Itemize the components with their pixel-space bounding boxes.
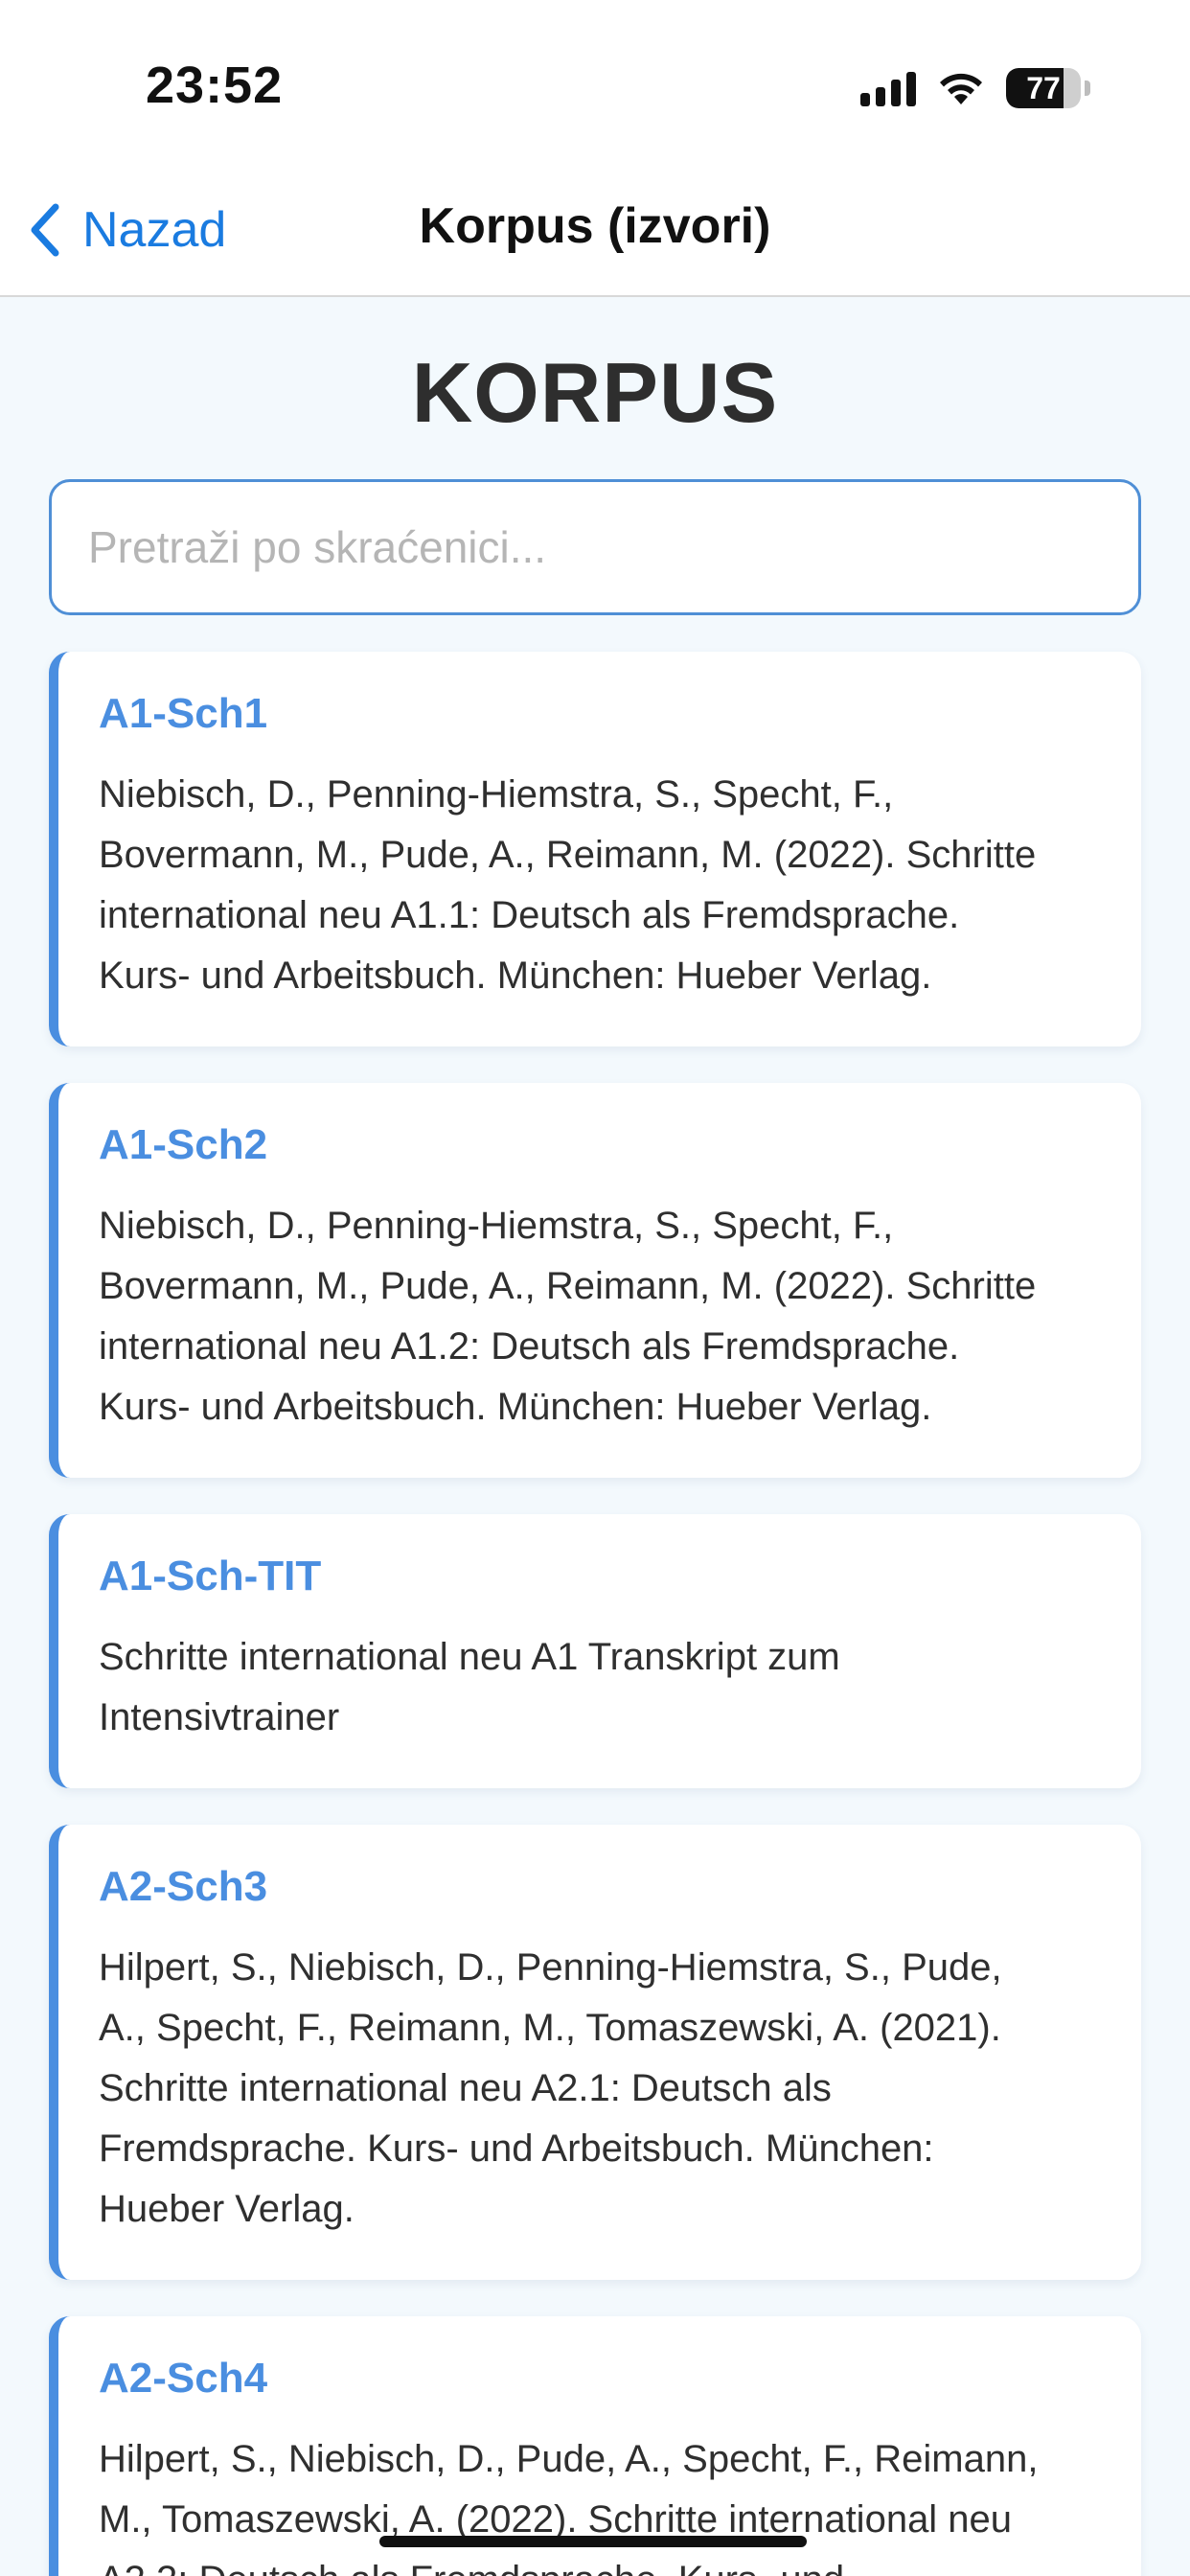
status-time: 23:52 (146, 57, 284, 114)
battery-nub (1085, 80, 1090, 96)
citation-line: Kurs- und Arbeitsbuch. München: Hueber V… (99, 954, 932, 997)
home-indicator (379, 2536, 807, 2547)
citation-line: Fremdsprache. Kurs- und Arbeitsbuch. Mün… (99, 2128, 934, 2170)
citation-line: A., Specht, F., Reimann, M., Tomaszewski… (99, 2007, 1001, 2049)
signal-icon (860, 70, 916, 106)
citation-line: Niebisch, D., Penning-Hiemstra, S., Spec… (99, 1205, 894, 1247)
status-bar: 23:52 77 (0, 0, 1190, 172)
citation-line: A2.2: Deutsch als Fremdsprache. Kurs- un… (99, 2550, 1103, 2576)
source-list: A1-Sch1 Niebisch, D., Penning-Hiemstra, S… (49, 652, 1141, 2576)
source-card[interactable]: A1-Sch-TIT Schritte international neu A1 … (49, 1514, 1141, 1788)
citation-line: international neu A1.1: Deutsch als Frem… (99, 894, 960, 936)
source-citation: Schritte international neu A1 Transkript… (99, 1627, 1103, 1748)
source-citation: Hilpert, S., Niebisch, D., Penning-Hiems… (99, 1938, 1103, 2240)
citation-line: Schritte international neu A1 Transkript… (99, 1636, 840, 1678)
source-code: A1-Sch2 (99, 1121, 268, 1168)
citation-line: Schritte international neu A2.1: Deutsch… (99, 2067, 832, 2109)
source-code: A1-Sch-TIT (99, 1552, 322, 1599)
nav-title: Korpus (izvori) (419, 198, 771, 254)
page-title: KORPUS (411, 345, 779, 440)
citation-line: Kurs- und Arbeitsbuch. München: Hueber V… (99, 1386, 932, 1428)
search-input[interactable] (49, 479, 1141, 615)
source-code: A2-Sch3 (99, 1863, 268, 1910)
source-code: A2-Sch4 (99, 2355, 268, 2402)
citation-line: Bovermann, M., Pude, A., Reimann, M. (20… (99, 1265, 1037, 1307)
source-card[interactable]: A1-Sch1 Niebisch, D., Penning-Hiemstra, S… (49, 652, 1141, 1046)
citation-line: Intensivtrainer (99, 1696, 340, 1738)
source-card[interactable]: A2-Sch3 Hilpert, S., Niebisch, D., Pennin… (49, 1825, 1141, 2280)
battery-level: 77 (1026, 71, 1061, 105)
citation-line: Bovermann, M., Pude, A., Reimann, M. (20… (99, 834, 1037, 876)
source-citation: Niebisch, D., Penning-Hiemstra, S., Spec… (99, 765, 1103, 1006)
status-icons: 77 (860, 65, 1090, 111)
source-card[interactable]: A1-Sch2 Niebisch, D., Penning-Hiemstra, S… (49, 1083, 1141, 1478)
battery-icon: 77 (1006, 68, 1081, 108)
source-code: A1-Sch1 (99, 690, 268, 737)
citation-line: Hilpert, S., Niebisch, D., Penning-Hiems… (99, 1946, 1002, 1989)
citation-line: Hueber Verlag. (99, 2188, 355, 2230)
source-citation: Niebisch, D., Penning-Hiemstra, S., Spec… (99, 1196, 1103, 1438)
wifi-icon (940, 73, 982, 104)
citation-line: Hilpert, S., Niebisch, D., Pude, A., Spe… (99, 2438, 1039, 2480)
citation-line: international neu A1.2: Deutsch als Frem… (99, 1325, 960, 1368)
source-citation: Hilpert, S., Niebisch, D., Pude, A., Spe… (99, 2429, 1103, 2576)
content-scroll-area[interactable]: KORPUS A1-Sch1 Niebisch, D., Penning-Hiem… (0, 299, 1190, 2576)
navigation-bar: Nazad Korpus (izvori) (0, 172, 1190, 297)
citation-line: Niebisch, D., Penning-Hiemstra, S., Spec… (99, 773, 894, 816)
